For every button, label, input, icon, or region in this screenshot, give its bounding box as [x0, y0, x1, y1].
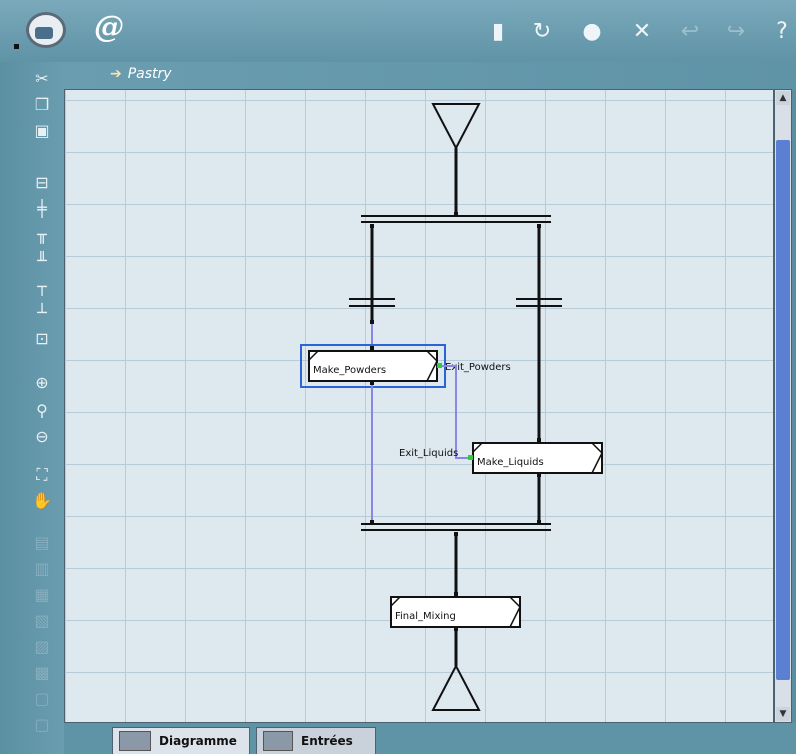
- align-top-icon[interactable]: ▧: [30, 610, 54, 632]
- tools-tab-icon: [263, 731, 293, 751]
- group-icon[interactable]: ▢: [30, 688, 54, 710]
- connector-dot: [537, 438, 541, 442]
- help-icon[interactable]: ?: [768, 18, 796, 46]
- paste-icon[interactable]: ▣: [30, 120, 54, 142]
- exit-liquids-label: Exit_Liquids: [399, 448, 458, 459]
- redo-icon[interactable]: ↪: [722, 18, 750, 46]
- top-toolbar: @ ▮ ↻ ● ✕ ↩ ↪ ?: [0, 0, 796, 62]
- diagram-title-text: Pastry: [127, 66, 172, 82]
- align-center-icon[interactable]: ▥: [30, 558, 54, 580]
- connector-dot: [454, 592, 458, 596]
- link-exit-powders-to-liquids: [442, 365, 471, 459]
- divergence-or-icon[interactable]: ┬: [30, 276, 54, 298]
- tab-entrees-label: Entrées: [301, 734, 353, 748]
- divergence-and-icon[interactable]: ╥: [30, 224, 54, 246]
- scroll-thumb[interactable]: [776, 140, 790, 680]
- fit-view-icon[interactable]: ⛶: [30, 464, 54, 486]
- port-exit-powders[interactable]: [437, 363, 442, 368]
- exit-powders-label: Exit_Powders: [445, 362, 511, 373]
- macro-step-icon[interactable]: ⊡: [30, 328, 54, 350]
- connector-dot: [370, 346, 374, 350]
- align-right-icon[interactable]: ▦: [30, 584, 54, 606]
- cut-icon[interactable]: ✂: [30, 68, 54, 90]
- zoom-in-icon[interactable]: ⊕: [30, 372, 54, 394]
- vertical-scrollbar[interactable]: ▲ ▼: [774, 89, 792, 723]
- diagram-icon: ➔: [110, 66, 122, 82]
- layout-icon[interactable]: ▩: [30, 662, 54, 684]
- step-tool-icon[interactable]: ⊟: [30, 172, 54, 194]
- settings-bubble-icon[interactable]: ●: [578, 18, 606, 46]
- connector-dot: [454, 532, 458, 536]
- zoom-reset-icon[interactable]: ⚲: [30, 400, 54, 422]
- tab-diagramme-label: Diagramme: [159, 734, 237, 748]
- marker-dot: [14, 44, 19, 49]
- align-left-icon[interactable]: ▤: [30, 532, 54, 554]
- grafcet-diagram: Make_Powders Exit_Powders Make_Liquids E…: [300, 103, 603, 711]
- start-triangle[interactable]: [431, 103, 481, 151]
- at-button[interactable]: @: [94, 10, 130, 46]
- tab-diagramme[interactable]: Diagramme: [112, 727, 250, 754]
- make-liquids-label: Make_Liquids: [477, 457, 544, 468]
- diagram-title-strip: [64, 62, 796, 90]
- diagram-title: ➔ Pastry: [110, 66, 172, 82]
- tool-palette: ✂ ❐ ▣ ⊟ ╪ ╥ ╨ ┬ ┴ ⊡ ⊕ ⚲ ⊖ ⛶ ✋ ▤ ▥ ▦ ▧ ▨ …: [0, 62, 64, 754]
- final-mixing-label: Final_Mixing: [395, 611, 456, 622]
- connector-dot: [537, 473, 541, 477]
- scroll-up-arrow-icon[interactable]: ▲: [776, 91, 790, 105]
- connector-dot: [370, 320, 374, 324]
- make-powders-label: Make_Powders: [313, 365, 386, 376]
- convergence-and-icon[interactable]: ╨: [30, 250, 54, 272]
- connector-dot: [370, 381, 374, 385]
- ungroup-icon[interactable]: ▢: [30, 714, 54, 736]
- scroll-down-arrow-icon[interactable]: ▼: [776, 707, 790, 721]
- undo-icon[interactable]: ↩: [676, 18, 704, 46]
- pan-hand-icon[interactable]: ✋: [30, 490, 54, 512]
- transition-tool-icon[interactable]: ╪: [30, 198, 54, 220]
- diagram-tab-icon: [119, 731, 151, 751]
- copy-icon[interactable]: ❐: [30, 94, 54, 116]
- port-exit-liquids[interactable]: [468, 455, 473, 460]
- refresh-icon[interactable]: ↻: [528, 18, 556, 46]
- convergence-or-icon[interactable]: ┴: [30, 302, 54, 324]
- close-icon[interactable]: ✕: [628, 18, 656, 46]
- page-icon[interactable]: ▮: [484, 18, 512, 46]
- zoom-out-icon[interactable]: ⊖: [30, 426, 54, 448]
- tab-entrees[interactable]: Entrées: [256, 727, 376, 754]
- connector-dot: [454, 627, 458, 631]
- diagram-canvas[interactable]: Make_Powders Exit_Powders Make_Liquids E…: [64, 89, 774, 723]
- distribute-icon[interactable]: ▨: [30, 636, 54, 658]
- end-triangle[interactable]: [431, 663, 481, 711]
- app-logo-icon[interactable]: [26, 12, 66, 48]
